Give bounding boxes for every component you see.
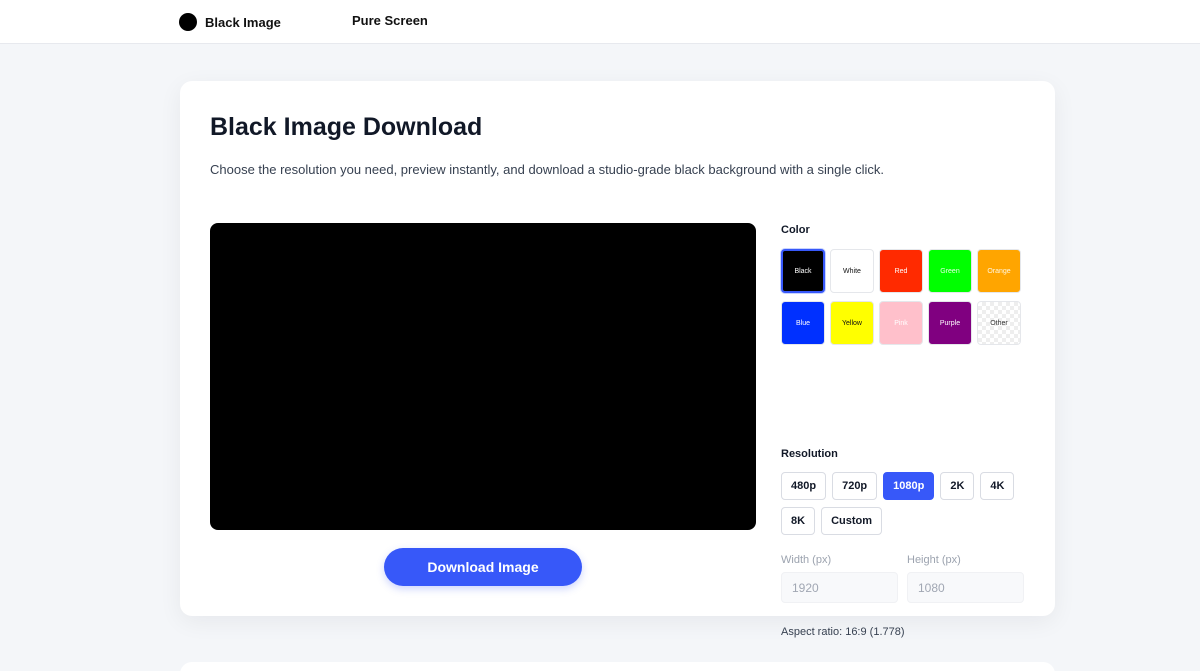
download-image-button[interactable]: Download Image: [384, 548, 582, 586]
resolution-option-4k[interactable]: 4K: [980, 472, 1015, 500]
color-swatch-yellow[interactable]: Yellow: [830, 301, 874, 345]
page-subtitle: Choose the resolution you need, preview …: [210, 162, 884, 177]
color-swatch-other[interactable]: Other: [977, 301, 1021, 345]
nav-link-pure-screen[interactable]: Pure Screen: [352, 13, 428, 28]
page-title: Black Image Download: [210, 113, 483, 141]
resolution-options: 480p 720p 1080p 2K 4K 8K Custom: [781, 472, 1031, 535]
width-field-label: Width (px): [781, 554, 832, 566]
resolution-option-480p[interactable]: 480p: [781, 472, 827, 500]
color-swatch-green[interactable]: Green: [928, 249, 972, 293]
black-circle-icon: [179, 13, 197, 31]
color-section-label: Color: [781, 224, 810, 236]
resolution-option-2k[interactable]: 2K: [940, 472, 975, 500]
brand-label: Black Image: [205, 14, 281, 30]
resolution-section-label: Resolution: [781, 448, 838, 460]
resolution-option-1080p[interactable]: 1080p: [883, 472, 935, 500]
color-swatch-white[interactable]: White: [830, 249, 874, 293]
resolution-option-custom[interactable]: Custom: [821, 507, 883, 535]
top-navigation-bar: Black Image Pure Screen: [0, 0, 1200, 44]
aspect-ratio-text: Aspect ratio: 16:9 (1.778): [781, 626, 905, 638]
color-swatch-orange[interactable]: Orange: [977, 249, 1021, 293]
color-swatch-black[interactable]: Black: [781, 249, 825, 293]
download-card: Black Image Download Choose the resoluti…: [180, 81, 1055, 638]
color-swatch-blue[interactable]: Blue: [781, 301, 825, 345]
secondary-card: [180, 662, 1055, 671]
brand-logo-link[interactable]: Black Image: [179, 12, 281, 32]
resolution-option-720p[interactable]: 720p: [832, 472, 878, 500]
resolution-option-8k[interactable]: 8K: [781, 507, 816, 535]
image-preview: [210, 223, 756, 530]
color-swatch-red[interactable]: Red: [879, 249, 923, 293]
height-input[interactable]: [907, 572, 1024, 603]
color-swatch-grid: Black White Red Green Orange Blue Yellow Pink Pu…: [781, 249, 1026, 345]
height-field-label: Height (px): [907, 554, 961, 566]
width-input[interactable]: [781, 572, 898, 603]
color-swatch-pink[interactable]: Pink: [879, 301, 923, 345]
color-swatch-purple[interactable]: Purple: [928, 301, 972, 345]
